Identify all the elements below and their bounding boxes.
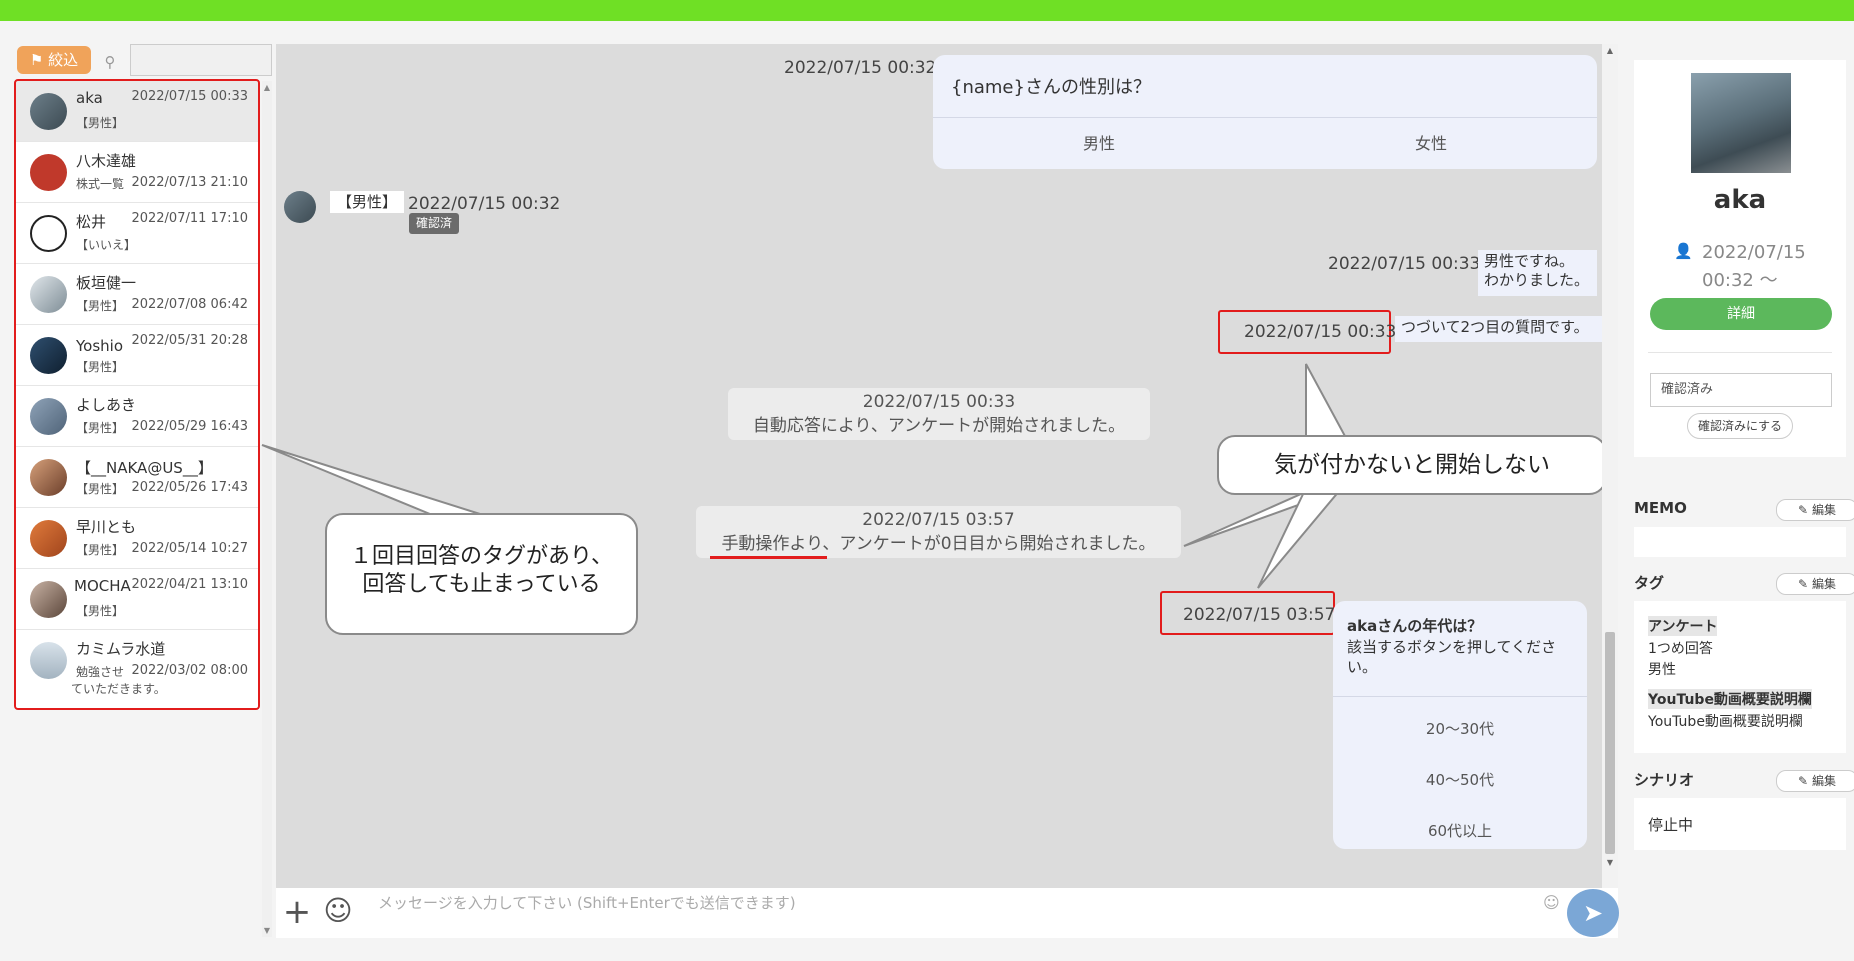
annotation-callout-left: １回目回答のタグがあり、 回答しても止まっている — [325, 513, 638, 635]
edit-icon: ✎ — [1798, 503, 1809, 517]
callout-text: 回答しても止まっている — [362, 572, 601, 597]
memo-box[interactable] — [1634, 527, 1846, 557]
divider — [1648, 352, 1832, 353]
profile-card: aka 👤 2022/07/15 00:32 ～ 詳細 確認済み 確認済みにする — [1634, 60, 1846, 457]
edit-label: 編集 — [1811, 577, 1836, 591]
profile-avatar — [1691, 73, 1791, 173]
chat-scrollbar-thumb[interactable] — [1605, 632, 1615, 854]
memo-edit-button[interactable]: ✎ 編集 — [1776, 499, 1854, 521]
tag-edit-button[interactable]: ✎ 編集 — [1776, 573, 1854, 595]
user-icon: 👤 — [1674, 242, 1693, 260]
detail-button[interactable]: 詳細 — [1650, 298, 1832, 330]
status-select[interactable]: 確認済み — [1650, 373, 1832, 407]
scenario-label: シナリオ — [1634, 771, 1695, 789]
emoji-small-icon[interactable]: ☺ — [1543, 893, 1560, 912]
edit-icon: ✎ — [1798, 774, 1809, 788]
friend-since-time: 00:32 ～ — [1702, 270, 1778, 291]
tag-item: 1つめ回答 — [1648, 641, 1713, 657]
memo-label: MEMO — [1634, 499, 1687, 517]
edit-label: 編集 — [1811, 503, 1836, 517]
annotation-callout-right: 気が付かないと開始しない — [1217, 435, 1607, 495]
send-icon: ➤ — [1582, 899, 1604, 927]
scenario-status: 停止中 — [1648, 816, 1694, 834]
plus-icon[interactable]: + — [282, 892, 312, 932]
edit-icon: ✎ — [1798, 577, 1809, 591]
edit-label: 編集 — [1811, 774, 1836, 788]
friend-since-date: 2022/07/15 — [1702, 242, 1806, 263]
scenario-box: 停止中 — [1634, 798, 1846, 850]
tag-group-label: アンケート — [1648, 616, 1718, 636]
emoji-icon[interactable]: ☺ — [322, 895, 354, 927]
tag-item: YouTube動画概要説明欄 — [1648, 714, 1803, 730]
message-input[interactable]: メッセージを入力して下さい (Shift+Enterでも送信できます) — [378, 892, 796, 913]
callout-pointer-left — [261, 444, 481, 515]
tag-group-label: YouTube動画概要説明欄 — [1648, 689, 1812, 709]
tag-label: タグ — [1634, 574, 1665, 592]
callout-text: １回目回答のタグがあり、 — [349, 544, 614, 569]
callout-pointer-up — [1305, 363, 1348, 439]
tag-item: 男性 — [1648, 662, 1676, 678]
tag-box: アンケート 1つめ回答 男性 YouTube動画概要説明欄 YouTube動画概… — [1634, 601, 1846, 753]
scenario-edit-button[interactable]: ✎ 編集 — [1776, 770, 1854, 792]
send-button[interactable]: ➤ — [1567, 889, 1619, 937]
callout-pointer-down — [1257, 489, 1343, 589]
scroll-up-icon[interactable]: ▲ — [1605, 46, 1615, 55]
profile-name: aka — [1713, 185, 1767, 215]
scroll-down-icon[interactable]: ▼ — [1605, 858, 1615, 867]
mark-confirmed-button[interactable]: 確認済みにする — [1687, 413, 1793, 439]
